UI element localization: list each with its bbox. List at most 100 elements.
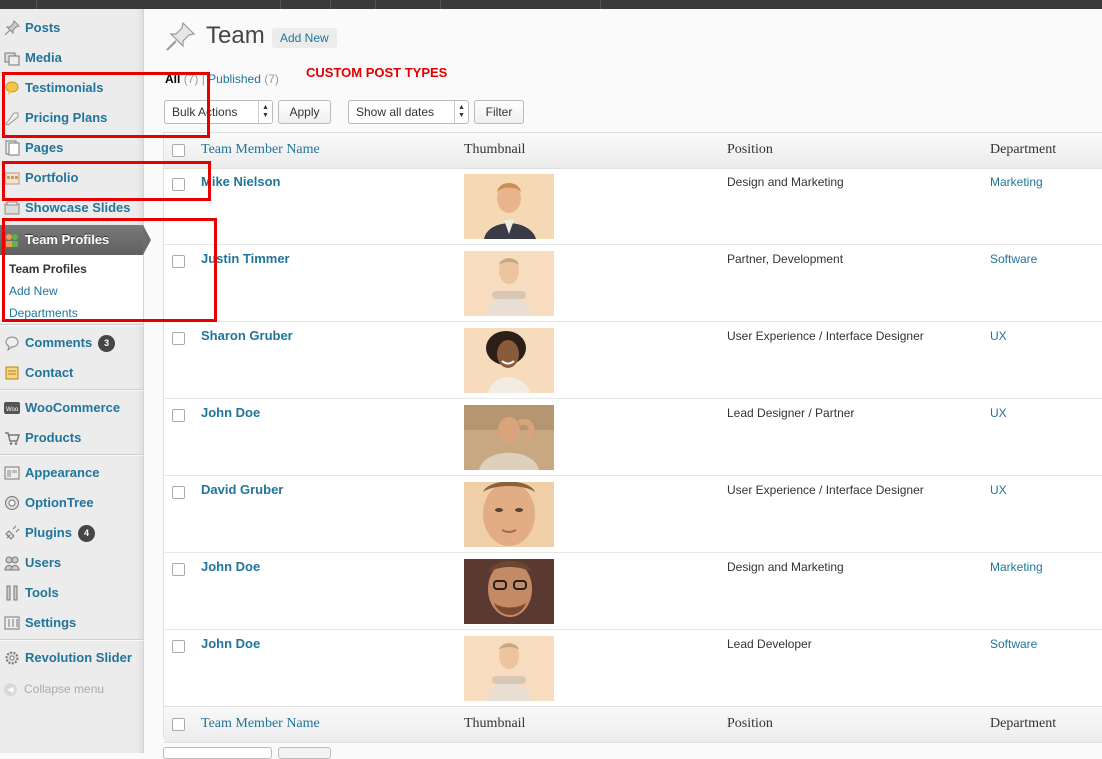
sidebar-item-appearance[interactable]: Appearance [0, 458, 143, 488]
pages-icon [5, 140, 20, 156]
sidebar-item-label: Products [25, 430, 82, 445]
sidebar-item-revolution-slider[interactable]: Revolution Slider [0, 643, 143, 673]
member-thumbnail[interactable] [464, 559, 554, 624]
member-name-link[interactable]: Mike Nielson [201, 174, 280, 189]
sidebar-item-label: Settings [25, 615, 77, 630]
apply-button[interactable]: Apply [278, 100, 331, 124]
sidebar-item-label: OptionTree [25, 495, 94, 510]
member-name-link[interactable]: John Doe [201, 636, 260, 651]
plugins-count-badge: 4 [77, 525, 95, 542]
member-thumbnail[interactable] [464, 482, 554, 547]
select-arrows-icon: ▲ ▼ [258, 101, 272, 123]
pushpin-icon [4, 20, 20, 36]
member-thumbnail[interactable] [464, 251, 554, 316]
table-row: Justin Timmer Partner, Development Softw… [164, 244, 1102, 322]
member-thumbnail[interactable] [464, 328, 554, 393]
member-department-link[interactable]: Marketing [990, 560, 1043, 574]
member-name-link[interactable]: Sharon Gruber [201, 328, 293, 343]
row-checkbox[interactable] [172, 332, 185, 345]
row-checkbox[interactable] [172, 409, 185, 422]
column-header-department: Department [990, 142, 1057, 157]
add-new-button[interactable]: Add New [272, 28, 337, 48]
sidebar-item-label: Tools [25, 585, 59, 600]
member-name-link[interactable]: David Gruber [201, 482, 283, 497]
table-row: Mike Nielson Design and Marketing Market… [164, 167, 1102, 245]
column-footer-name[interactable]: Team Member Name [201, 716, 320, 732]
member-position: User Experience / Interface Designer [727, 329, 924, 343]
annotation-box-team-profiles [2, 218, 217, 322]
sidebar-item-label: Pages [25, 140, 64, 155]
sidebar-item-label: Plugins 4 [25, 525, 95, 542]
sidebar-item-comments[interactable]: Comments 3 [0, 328, 143, 358]
row-checkbox[interactable] [172, 640, 185, 653]
table-row: John Doe Lead Developer Software [164, 629, 1102, 707]
sidebar-item-plugins[interactable]: Plugins 4 [0, 518, 143, 548]
member-thumbnail[interactable] [464, 636, 554, 701]
column-header-thumbnail: Thumbnail [464, 142, 526, 157]
gear-icon [5, 651, 19, 665]
sidebar-item-label: Posts [25, 20, 61, 35]
admin-bar [0, 0, 1102, 9]
select-arrows-icon: ▲ ▼ [454, 101, 468, 123]
member-thumbnail[interactable] [464, 174, 554, 239]
sidebar-item-label: Comments 3 [25, 335, 116, 352]
table-row: David Gruber User Experience / Interface… [164, 475, 1102, 553]
collapse-menu-label: Collapse menu [24, 682, 105, 696]
select-all-checkbox-footer[interactable] [172, 718, 185, 731]
member-department-link[interactable]: UX [990, 329, 1007, 343]
slides-icon [4, 201, 20, 215]
column-header-name[interactable]: Team Member Name [201, 142, 320, 158]
member-position: Lead Developer [727, 637, 812, 651]
member-name-link[interactable]: John Doe [201, 559, 260, 574]
filter-published-link[interactable]: Published [208, 72, 261, 86]
sidebar-item-products[interactable]: Products [0, 423, 143, 453]
sidebar-item-contact[interactable]: Contact [0, 358, 143, 388]
collapse-arrow-icon: ◀ [4, 683, 17, 696]
member-department-link[interactable]: UX [990, 483, 1007, 497]
posts-table: Team Member Name Thumbnail Position Depa… [163, 132, 1102, 743]
member-name-link[interactable]: John Doe [201, 405, 260, 420]
sidebar-item-optiontree[interactable]: OptionTree [0, 488, 143, 518]
sidebar-item-label: Revolution Slider [25, 650, 132, 665]
sidebar-item-woocommerce[interactable]: Woo WooCommerce [0, 393, 143, 423]
page-title: Team [206, 22, 265, 49]
sidebar-item-posts[interactable]: Posts [0, 13, 143, 43]
sidebar-item-label: Media [25, 50, 62, 65]
custom-post-types-annotation: CUSTOM POST TYPES [306, 65, 448, 80]
sidebar-item-label: WooCommerce [25, 400, 121, 415]
sidebar-item-label: Appearance [25, 465, 100, 480]
member-position: Lead Designer / Partner [727, 406, 855, 420]
filter-button[interactable]: Filter [474, 100, 524, 124]
table-footer: Team Member Name Thumbnail Position Depa… [164, 706, 1102, 743]
bottom-apply-button[interactable] [278, 747, 331, 759]
comment-icon [5, 336, 19, 351]
table-row: Sharon Gruber User Experience / Interfac… [164, 321, 1102, 399]
sidebar-item-media[interactable]: Media [0, 43, 143, 73]
sidebar-item-label: Showcase Slides [25, 200, 131, 215]
collapse-menu[interactable]: ◀ Collapse menu [4, 682, 104, 696]
sidebar-item-users[interactable]: Users [0, 548, 143, 578]
bottom-bulk-actions-select[interactable] [163, 747, 272, 759]
settings-icon [4, 616, 20, 630]
member-department-link[interactable]: Software [990, 252, 1037, 266]
cart-icon [5, 432, 20, 445]
select-all-checkbox[interactable] [172, 144, 185, 157]
appearance-icon [4, 466, 20, 480]
pushpin-icon [166, 21, 196, 51]
row-checkbox[interactable] [172, 563, 185, 576]
sidebar-item-settings[interactable]: Settings [0, 608, 143, 638]
member-department-link[interactable]: UX [990, 406, 1007, 420]
date-filter-value: Show all dates [356, 105, 435, 119]
column-footer-position: Position [727, 716, 773, 731]
annotation-box-portfolio [2, 161, 211, 201]
sidebar-item-tools[interactable]: Tools [0, 578, 143, 608]
date-filter-select[interactable]: Show all dates ▲ ▼ [348, 100, 469, 124]
column-footer-department: Department [990, 716, 1057, 731]
contact-icon [5, 366, 19, 380]
row-checkbox[interactable] [172, 486, 185, 499]
member-department-link[interactable]: Software [990, 637, 1037, 651]
tools-icon [6, 585, 18, 601]
filter-published-count: (7) [264, 72, 279, 86]
member-thumbnail[interactable] [464, 405, 554, 470]
member-department-link[interactable]: Marketing [990, 175, 1043, 189]
